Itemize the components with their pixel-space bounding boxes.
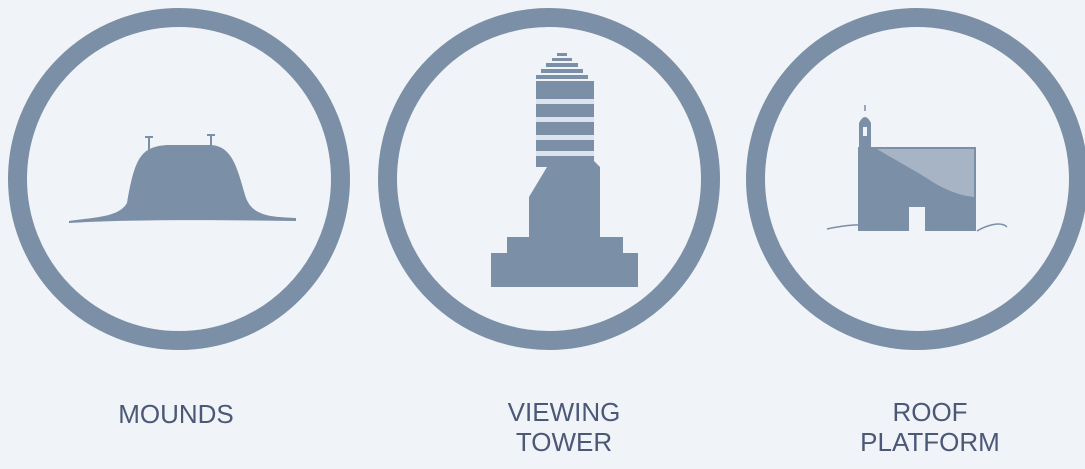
label-line: MOUNDS xyxy=(118,399,234,429)
ring-viewing-tower xyxy=(378,8,720,350)
label-line: TOWER xyxy=(515,427,613,457)
ring-mounds xyxy=(8,8,350,350)
label-roof-platform: ROOF PLATFORM xyxy=(810,397,1050,457)
ring-roof-platform xyxy=(746,8,1085,350)
mound-icon xyxy=(69,134,296,223)
label-viewing-tower: VIEWING TOWER xyxy=(444,397,684,457)
label-line: VIEWING xyxy=(507,397,621,427)
label-line: ROOF xyxy=(892,397,968,427)
tower-icon xyxy=(491,53,638,287)
label-line: PLATFORM xyxy=(860,427,1000,457)
label-mounds: MOUNDS xyxy=(56,399,296,429)
building-icon xyxy=(826,105,1008,232)
